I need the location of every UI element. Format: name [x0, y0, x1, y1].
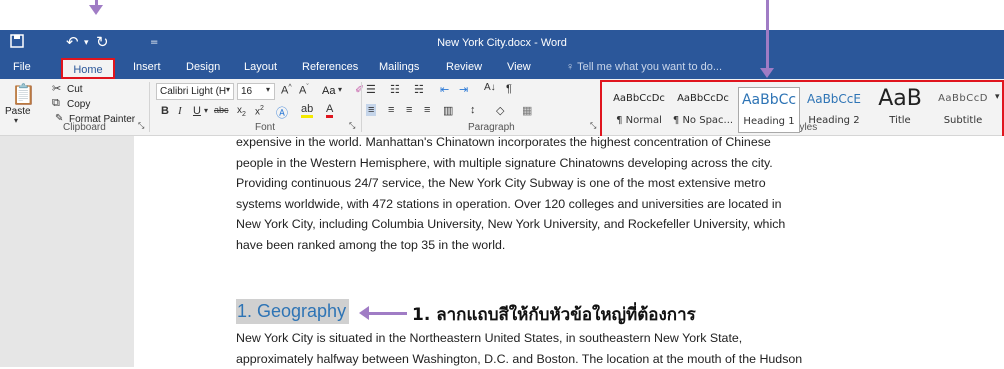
cut-icon[interactable]: ✂	[52, 82, 61, 95]
tell-me-text: Tell me what you want to do...	[577, 61, 722, 73]
font-size-dropdown-icon[interactable]: ▾	[266, 85, 270, 94]
grow-font-icon[interactable]: A^	[281, 84, 292, 97]
paste-dropdown-icon[interactable]: ▾	[14, 116, 18, 125]
text-line: New York City is situated in the Northea…	[236, 328, 916, 349]
text-line: Providing continuous 24/7 service, the N…	[236, 173, 916, 194]
underline-dropdown-icon[interactable]: ▾	[204, 106, 208, 115]
font-color-icon[interactable]: A	[326, 104, 333, 118]
tell-me-box[interactable]: ♀ Tell me what you want to do...	[566, 61, 722, 73]
paragraph-top[interactable]: expensive in the world. Manhattan's Chin…	[236, 132, 916, 255]
line-spacing-icon[interactable]: ↕	[470, 104, 476, 116]
font-name-box[interactable]: Calibri Light (H	[156, 83, 234, 100]
text-line: systems worldwide, with 472 stations in …	[236, 194, 916, 215]
annotation-arrow-heading-head	[359, 306, 369, 320]
tab-review[interactable]: Review	[446, 61, 482, 73]
multilevel-list-icon[interactable]: ☵	[414, 83, 424, 96]
tab-design[interactable]: Design	[186, 61, 220, 73]
font-size-value: 16	[241, 86, 252, 97]
heading-geography[interactable]: 1. Geography	[236, 299, 349, 324]
sort-icon[interactable]: A↓	[484, 82, 496, 93]
decrease-indent-icon[interactable]: ⇤	[440, 83, 449, 96]
paragraph-launcher-icon[interactable]: ⤡	[590, 121, 596, 131]
paste-icon[interactable]: 📋	[11, 82, 36, 107]
text-line: have been ranked among the top 35 in the…	[236, 235, 916, 256]
align-right-icon[interactable]: ≡	[406, 104, 412, 116]
font-launcher-icon[interactable]: ⤡	[349, 121, 355, 131]
clipboard-group-label: Clipboard	[63, 122, 106, 133]
increase-indent-icon[interactable]: ⇥	[459, 83, 468, 96]
align-center-icon[interactable]: ≡	[388, 104, 394, 116]
lightbulb-icon: ♀	[566, 61, 574, 73]
annotation-arrow-styles-head	[760, 68, 774, 78]
copy-icon[interactable]: ⧉	[52, 97, 60, 110]
text-effects-icon[interactable]: Ⓐ	[276, 104, 288, 121]
font-name-dropdown-icon[interactable]: ▾	[226, 85, 230, 94]
bold-icon[interactable]: B	[161, 105, 169, 117]
ribbon-tabs: File Home Insert Design Layout Reference…	[0, 58, 1004, 79]
clipboard-launcher-icon[interactable]: ⤡	[138, 121, 144, 131]
change-case-dropdown-icon[interactable]: ▾	[338, 85, 342, 94]
bullets-icon[interactable]: ☰	[366, 83, 376, 96]
font-name-value: Calibri Light (H	[160, 86, 226, 97]
tab-file[interactable]: File	[13, 61, 31, 73]
document-margin-area	[0, 136, 134, 367]
justify-icon[interactable]: ≡	[424, 104, 430, 116]
annotation-arrow-heading	[367, 312, 407, 315]
tab-insert[interactable]: Insert	[133, 61, 161, 73]
annotation-text: 1. ลากแถบสีให้กับหัวข้อใหญ่ที่ต้องการ	[412, 301, 696, 328]
clear-formatting-icon[interactable]: ✐	[355, 83, 364, 96]
highlight-color-icon[interactable]: ab	[301, 104, 313, 118]
show-formatting-icon[interactable]: ¶	[506, 83, 512, 95]
underline-icon[interactable]: U	[193, 105, 201, 117]
text-line: approximately halfway between Washington…	[236, 349, 916, 369]
borders-icon[interactable]: ▦	[522, 104, 532, 117]
cut-button[interactable]: Cut	[67, 84, 83, 95]
align-left-icon[interactable]: ≡	[366, 104, 376, 116]
document-title: New York City.docx - Word	[0, 37, 1004, 49]
text-line: people in the Western Hemisphere, with m…	[236, 153, 916, 174]
annotation-arrow-home-head	[89, 5, 103, 15]
copy-button[interactable]: Copy	[67, 99, 90, 110]
numbering-icon[interactable]: ☷	[390, 83, 400, 96]
title-bar: ↶ ▾ ↻ = New York City.docx - Word	[0, 30, 1004, 58]
superscript-icon[interactable]: x2	[255, 105, 264, 117]
strikethrough-icon[interactable]: abc	[214, 105, 229, 115]
separator	[149, 82, 150, 132]
shrink-font-icon[interactable]: Aˇ	[299, 84, 309, 97]
tab-view[interactable]: View	[507, 61, 531, 73]
annotation-arrow-styles	[766, 0, 769, 68]
text-line: expensive in the world. Manhattan's Chin…	[236, 132, 916, 153]
shading-icon[interactable]: ◇	[496, 104, 504, 117]
styles-gallery-highlight	[600, 80, 1004, 139]
columns-icon[interactable]: ▥	[443, 104, 453, 117]
text-line: New York City, including Columbia Univer…	[236, 214, 916, 235]
tab-mailings[interactable]: Mailings	[379, 61, 419, 73]
annotation-strip	[0, 0, 1004, 30]
tab-references[interactable]: References	[302, 61, 358, 73]
tab-layout[interactable]: Layout	[244, 61, 277, 73]
change-case-button[interactable]: Aa	[322, 85, 335, 97]
separator	[361, 82, 362, 132]
paragraph-bottom[interactable]: New York City is situated in the Northea…	[236, 328, 916, 369]
home-tab-highlight	[61, 58, 115, 79]
italic-icon[interactable]: I	[178, 105, 182, 117]
subscript-icon[interactable]: x2	[237, 105, 246, 118]
